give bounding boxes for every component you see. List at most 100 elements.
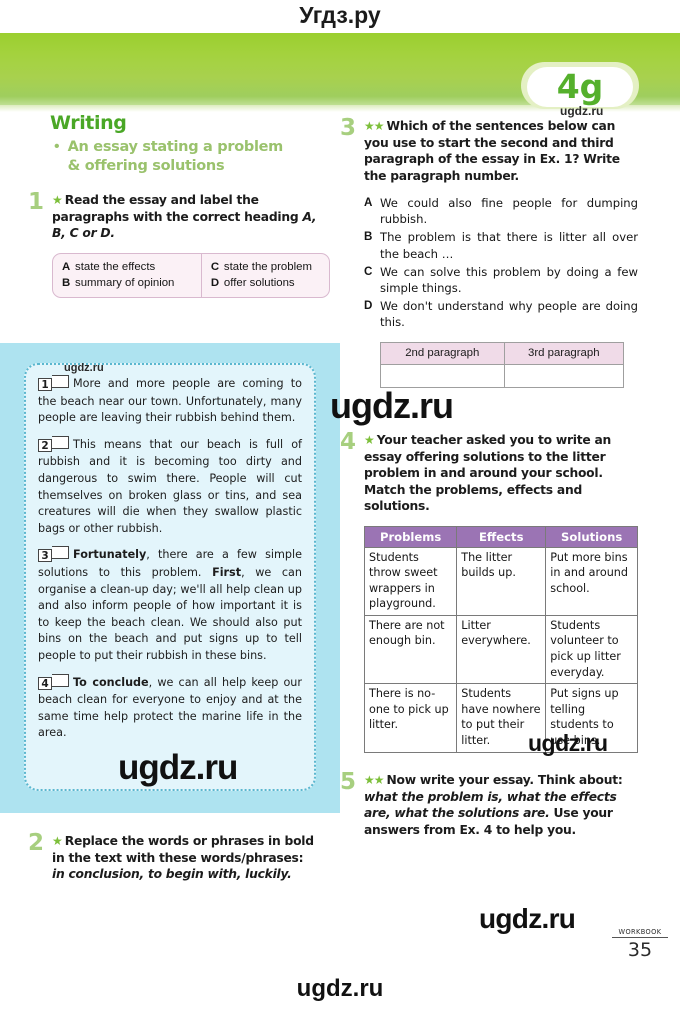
- exercise-4-instruction-text: Your teacher asked you to write an essay…: [364, 433, 612, 513]
- pes-cell-problem-1[interactable]: Students throw sweet wrappers in playgro…: [363, 546, 458, 616]
- star-icon: ★★: [364, 773, 384, 787]
- option-d-text: We don't understand why people are doing…: [380, 299, 638, 330]
- writing-subtitle-line1: An essay stating a problem: [67, 139, 284, 155]
- exercise-3-options: A We could also fine people for dumping …: [364, 195, 638, 331]
- essay-paragraph-1-text: More and more people are coming to the b…: [38, 377, 302, 425]
- paragraph-2-marker: 2: [38, 435, 69, 455]
- pes-cell-solution-2[interactable]: Students volunteer to pick up litter eve…: [545, 614, 638, 685]
- option-d[interactable]: D We don't understand why people are doi…: [364, 298, 638, 330]
- exercise-2-instruction: ★ Replace the words or phrases in bold in…: [52, 833, 328, 883]
- option-b[interactable]: B The problem is that there is litter al…: [364, 229, 638, 261]
- option-a[interactable]: A We could also fine people for dumping …: [364, 195, 638, 227]
- exercise-5-part2: :: [617, 773, 623, 787]
- option-c[interactable]: C We can solve this problem by doing a f…: [364, 264, 638, 296]
- heading-option-a[interactable]: Astate the effects: [62, 259, 201, 275]
- exercise-4-wrapper: 4 ★ Your teacher asked you to write an es…: [340, 429, 640, 753]
- exercise-2-words: in conclusion, to begin with, luckily.: [52, 867, 292, 881]
- star-icon: ★: [52, 834, 63, 848]
- paragraph-answer-table-header-row: 2nd paragraph 3rd paragraph: [380, 341, 625, 365]
- table-row: There are not enough bin. Litter everywh…: [363, 614, 638, 685]
- option-a-text: We could also fine people for dumping ru…: [380, 196, 638, 227]
- star-icon: ★: [364, 433, 375, 447]
- headings-column-left: Astate the effects Bsummary of opinion: [53, 253, 202, 297]
- watermark-badge: ugdz.ru: [560, 104, 604, 118]
- exercise-3: 3 ★★ Which of the sentences below can you…: [340, 117, 640, 184]
- watermark-bottom: ugdz.ru: [296, 975, 384, 1002]
- exercise-5: 5 ★★ Now write your essay. Think about: w…: [340, 769, 640, 838]
- table-row: Students throw sweet wrappers in playgro…: [363, 546, 638, 616]
- essay-paragraph-2-text: This means that our beach is full of rub…: [38, 437, 302, 535]
- exercise-3-instruction: ★★ Which of the sentences below can you u…: [364, 118, 640, 184]
- paragraph-answer-cell-3rd[interactable]: [503, 363, 625, 388]
- exercise-4-body: ★ Your teacher asked you to write an essa…: [364, 432, 640, 515]
- headings-column-right: Cstate the problem Doffer solutions: [202, 254, 329, 297]
- heading-option-c[interactable]: Cstate the problem: [211, 259, 329, 275]
- headings-options-box: Astate the effects Bsummary of opinion C…: [52, 252, 330, 298]
- problems-effects-solutions-table: Problems Effects Solutions Students thro…: [363, 525, 638, 753]
- watermark-top: Угдз.ру: [299, 2, 381, 28]
- paragraph-2-number: 2: [38, 438, 52, 452]
- exercise-5-part1: Now write your essay. Think about: [386, 773, 619, 787]
- exercise-5-instruction: ★★ Now write your essay. Think about: wha…: [364, 772, 640, 838]
- pes-header-row: Problems Effects Solutions: [363, 525, 638, 548]
- pes-cell-effect-2[interactable]: Litter everywhere.: [456, 614, 547, 685]
- right-column: 3 ★★ Which of the sentences below can you…: [340, 117, 640, 388]
- exercise-5-number: 5: [340, 769, 357, 795]
- exercise-3-instruction-text: Which of the sentences below can you use…: [364, 119, 620, 183]
- unit-badge-label: 4g: [556, 67, 604, 106]
- essay-paragraph-3-bold1: Fortunately: [73, 548, 147, 562]
- heading-option-a-text: state the effects: [75, 260, 156, 273]
- paragraph-4-answer-box[interactable]: [52, 673, 69, 687]
- heading-option-d[interactable]: Doffer solutions: [211, 275, 329, 291]
- exercise-4-number: 4: [340, 429, 357, 455]
- paragraph-2-answer-box[interactable]: [52, 435, 69, 449]
- exercise-4-instruction: ★ Your teacher asked you to write an essa…: [364, 432, 640, 515]
- option-d-letter: D: [364, 299, 373, 313]
- heading-option-b-text: summary of opinion: [75, 276, 175, 289]
- pes-cell-effect-1[interactable]: The litter builds up.: [456, 546, 547, 616]
- option-b-text: The problem is that there is litter all …: [380, 230, 638, 261]
- exercise-1-number: 1: [28, 189, 45, 215]
- exercise-2-instruction-text: Replace the words or phrases in bold in …: [52, 834, 314, 865]
- exercise-3-body: ★★ Which of the sentences below can you u…: [364, 118, 640, 184]
- heading-option-b[interactable]: Bsummary of opinion: [62, 275, 201, 291]
- pes-cell-problem-2[interactable]: There are not enough bin.: [363, 614, 458, 685]
- pes-cell-problem-3[interactable]: There is no-one to pick up litter.: [363, 683, 458, 753]
- pes-header-problems: Problems: [363, 525, 458, 548]
- page-number: 35: [627, 939, 653, 961]
- option-c-letter: C: [364, 264, 373, 278]
- paragraph-answer-table-row: [380, 363, 625, 388]
- page-footer: WORKBOOK 35: [612, 928, 668, 961]
- essay-paragraph-4: 4 To conclude, we can all help keep our b…: [38, 673, 302, 742]
- paragraph-3-answer-box[interactable]: [52, 546, 69, 560]
- pes-cell-solution-1[interactable]: Put more bins in and around school.: [545, 546, 638, 616]
- option-a-letter: A: [364, 196, 373, 209]
- pes-header-solutions: Solutions: [545, 525, 638, 548]
- essay-paragraph-1: 1 More and more people are coming to the …: [38, 375, 302, 427]
- essay-paragraph-3-bold2: First: [212, 565, 242, 579]
- essay-paragraph-2: 2 This means that our beach is full of ru…: [38, 435, 302, 538]
- exercise-4: 4 ★ Your teacher asked you to write an es…: [340, 429, 640, 515]
- essay-paragraph-4-bold1: To conclude: [73, 675, 149, 689]
- watermark-right-small: ugdz.ru: [528, 730, 608, 756]
- paragraph-1-number: 1: [38, 378, 52, 391]
- heading-option-d-letter: D: [210, 276, 220, 289]
- paragraph-answer-table: 2nd paragraph 3rd paragraph: [380, 341, 625, 388]
- paragraph-3-number: 3: [38, 549, 52, 563]
- heading-option-c-text: state the problem: [223, 260, 312, 273]
- paragraph-1-answer-box[interactable]: [52, 375, 69, 388]
- essay-paragraph-3: 3 Fortunately, there are a few simple sol…: [38, 546, 302, 664]
- unit-badge: 4g: [527, 67, 633, 107]
- heading-option-d-text: offer solutions: [223, 276, 295, 289]
- exercise-1: 1 ★ Read the essay and label the paragrap…: [28, 189, 328, 242]
- watermark-right-large: ugdz.ru: [330, 385, 454, 426]
- star-icon: ★★: [364, 119, 384, 133]
- watermark-footer: ugdz.ru: [479, 903, 576, 934]
- exercise-1-instruction: ★ Read the essay and label the paragraphs…: [52, 192, 328, 242]
- paragraph-1-marker: 1: [38, 375, 69, 394]
- paragraph-4-number: 4: [38, 676, 52, 690]
- essay-text-box: 1 More and more people are coming to the …: [24, 363, 316, 791]
- option-c-text: We can solve this problem by doing a few…: [380, 264, 638, 296]
- heading-option-b-letter: B: [62, 276, 71, 289]
- paragraph-answer-cell-2nd[interactable]: [380, 363, 505, 388]
